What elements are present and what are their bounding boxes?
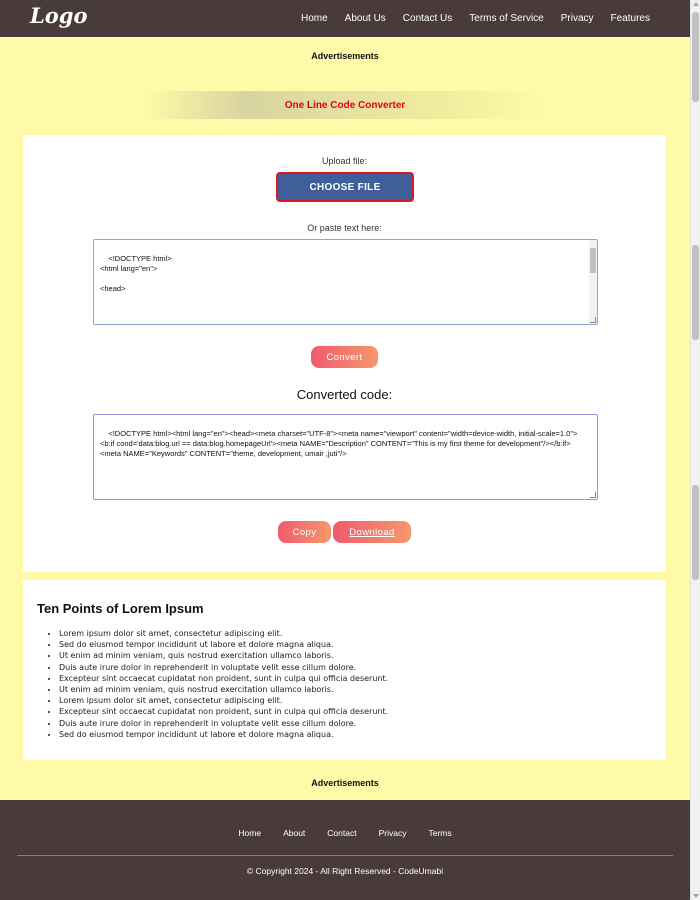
choose-file-button[interactable]: CHOOSE FILE (276, 172, 414, 202)
scroll-up-icon[interactable] (693, 2, 699, 6)
footer-nav-contact[interactable]: Contact (327, 828, 356, 838)
footer-nav-terms[interactable]: Terms (428, 828, 451, 838)
lorem-points-card: Ten Points of Lorem Ipsum Lorem ipsum do… (23, 580, 666, 760)
footer-nav-about[interactable]: About (283, 828, 305, 838)
scrollbar-thumb[interactable] (692, 245, 699, 340)
paste-label: Or paste text here: (307, 223, 382, 233)
nav-about-us[interactable]: About Us (345, 13, 386, 24)
resize-handle[interactable] (590, 492, 596, 498)
list-item: Excepteur sint occaecat cupidatat non pr… (59, 673, 388, 684)
nav-contact-us[interactable]: Contact Us (403, 13, 452, 24)
input-textarea[interactable]: <!DOCTYPE html> <html lang="en"> <head> … (93, 239, 598, 325)
footer-nav-privacy[interactable]: Privacy (379, 828, 407, 838)
list-item: Sed do eiusmod tempor incididunt ut labo… (59, 729, 388, 740)
list-item: Sed do eiusmod tempor incididunt ut labo… (59, 639, 388, 650)
ads-label-top: Advertisements (311, 51, 379, 61)
title-banner: One Line Code Converter (145, 91, 545, 119)
footer-divider (17, 855, 673, 856)
converter-card: Upload file: CHOOSE FILE Or paste text h… (23, 135, 666, 572)
site-footer: Home About Contact Privacy Terms © Copyr… (0, 800, 690, 900)
scroll-down-icon[interactable] (693, 894, 699, 898)
points-list: Lorem ipsum dolor sit amet, consectetur … (59, 628, 388, 740)
upload-label: Upload file: (321, 156, 368, 166)
download-button[interactable]: Download (333, 521, 411, 543)
output-text: <!DOCTYPE html><html lang="en"><head><me… (100, 429, 578, 458)
convert-button[interactable]: Convert (311, 346, 378, 368)
list-item: Ut enim ad minim veniam, quis nostrud ex… (59, 684, 388, 695)
site-header: Logo Home About Us Contact Us Terms of S… (0, 0, 690, 37)
list-item: Duis aute irure dolor in reprehenderit i… (59, 662, 388, 673)
footer-nav: Home About Contact Privacy Terms (0, 828, 690, 838)
converted-code-title: Converted code: (296, 387, 393, 402)
scrollbar-thumb[interactable] (692, 12, 699, 102)
output-textarea[interactable]: <!DOCTYPE html><html lang="en"><head><me… (93, 414, 598, 500)
list-item: Excepteur sint occaecat cupidatat non pr… (59, 706, 388, 717)
list-item: Lorem ipsum dolor sit amet, consectetur … (59, 695, 388, 706)
input-text: <!DOCTYPE html> <html lang="en"> <head> … (100, 254, 172, 293)
resize-handle[interactable] (590, 317, 596, 323)
scrollbar-thumb[interactable] (692, 485, 699, 580)
nav-home[interactable]: Home (301, 13, 328, 24)
section-title: Ten Points of Lorem Ipsum (37, 601, 204, 616)
nav-features[interactable]: Features (611, 13, 650, 24)
page-title: One Line Code Converter (284, 99, 406, 111)
nav-terms-of-service[interactable]: Terms of Service (469, 13, 543, 24)
footer-nav-home[interactable]: Home (238, 828, 261, 838)
main-nav: Home About Us Contact Us Terms of Servic… (284, 0, 650, 37)
page-scrollbar[interactable] (690, 0, 700, 900)
nav-privacy[interactable]: Privacy (561, 13, 594, 24)
list-item: Lorem ipsum dolor sit amet, consectetur … (59, 628, 388, 639)
list-item: Ut enim ad minim veniam, quis nostrud ex… (59, 650, 388, 661)
textarea-scrollbar[interactable] (589, 240, 597, 324)
copy-button[interactable]: Copy (278, 521, 331, 543)
copyright-text: © Copyright 2024 - All Right Reserved - … (246, 866, 444, 876)
list-item: Duis aute irure dolor in reprehenderit i… (59, 718, 388, 729)
ads-label-bottom: Advertisements (311, 778, 379, 788)
logo[interactable]: Logo (30, 3, 87, 28)
